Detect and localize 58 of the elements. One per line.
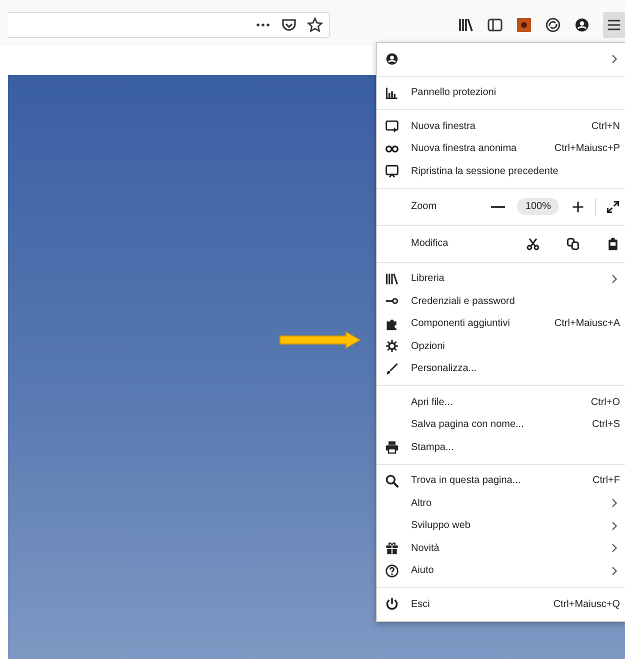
menu-item[interactable]: Libreria [377,268,625,290]
sync-icon[interactable] [545,17,561,33]
menu-item[interactable]: Aiuto [377,560,625,582]
sidebar-icon[interactable] [487,17,503,33]
cut-icon[interactable] [526,236,540,250]
menu-item[interactable]: Opzioni [377,335,625,358]
puzzle-piece-icon [385,316,399,331]
menu-button[interactable] [603,12,625,38]
edit-label: Modifica [411,238,450,249]
shortcut-text: Ctrl+Maiusc+A [554,318,620,330]
zoom-label: Zoom [411,201,438,212]
fullscreen-icon[interactable] [606,200,620,214]
shortcut-text: Ctrl+F [592,475,620,486]
menu-item[interactable]: Credenziali e password [377,290,625,312]
pocket-icon[interactable] [281,17,297,33]
paste-icon[interactable] [606,236,620,250]
menu-item[interactable]: Apri file... Ctrl+O [377,391,625,414]
menu-item[interactable]: Componenti aggiuntivi Ctrl+Maiusc+A [377,312,625,335]
menu-icon [607,18,621,32]
shortcut-text: Ctrl+N [591,120,620,132]
help-icon [385,564,399,578]
bar-chart-icon [385,86,399,100]
url-field[interactable] [8,12,330,38]
menu-item[interactable]: Esci Ctrl+Maiusc+Q [377,593,625,616]
account-icon [385,52,399,66]
menu-item[interactable]: Ripristina la sessione precedente [377,160,625,182]
extension-icon[interactable] [516,17,532,33]
minus-icon [491,206,506,208]
menu-item[interactable]: Nuova finestra Ctrl+N [377,115,625,138]
copy-icon[interactable] [566,236,580,250]
menu-item[interactable]: Stampa... [377,436,625,458]
zoom-reset-button[interactable]: 100% [517,198,559,215]
zoom-in-button[interactable] [571,200,585,214]
library-icon[interactable] [458,17,474,33]
brush-icon [385,362,399,376]
menu-item[interactable]: Novità [377,537,625,560]
shortcut-text: Ctrl+S [592,419,620,430]
menu-item[interactable]: Salva pagina con nome... Ctrl+S [377,414,625,436]
plus-icon [571,200,585,214]
menu-item[interactable]: Sviluppo web [377,514,625,537]
library-icon [385,272,399,286]
shortcut-text: Ctrl+Maiusc+Q [553,598,620,610]
power-icon [385,597,399,612]
new-window-icon [385,119,399,134]
menu-item[interactable]: Trova in questa pagina... Ctrl+F [377,470,625,492]
menu-item[interactable]: Pannello protezioni [377,82,625,104]
menu-item[interactable]: Altro [377,492,625,514]
settings-icon [385,339,399,354]
window-restore-icon [385,164,399,178]
printer-icon [385,440,399,454]
shortcut-text: Ctrl+O [590,396,620,408]
menu-item[interactable]: Nuova finestra anonima Ctrl+Maiusc+P [377,138,625,160]
account-icon[interactable] [574,17,590,33]
star-icon[interactable] [307,17,323,33]
menu-item[interactable]: Personalizza... [377,358,625,380]
shortcut-text: Ctrl+Maiusc+P [554,143,620,154]
gift-icon [385,541,399,556]
search-icon [385,474,399,488]
